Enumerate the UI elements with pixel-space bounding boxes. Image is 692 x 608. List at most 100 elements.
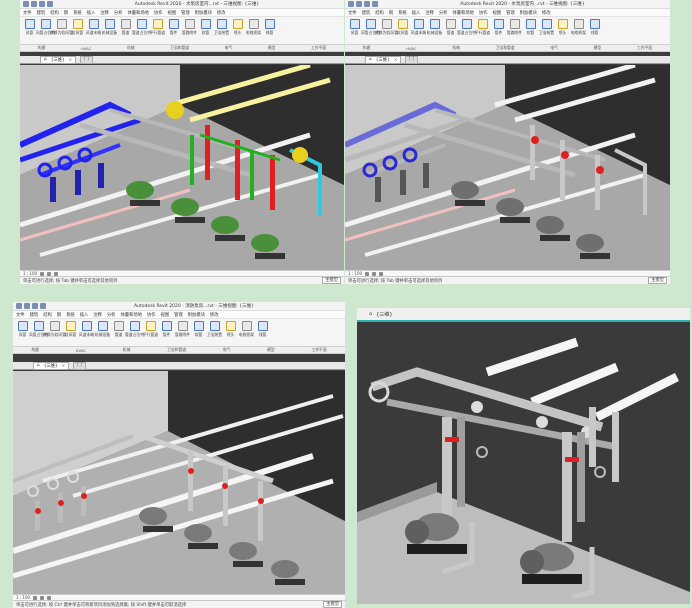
detail-level-icon[interactable] [33,595,38,600]
ribbon-tab[interactable]: 附加模块 [188,312,205,318]
ribbon-tab[interactable]: 分析 [439,10,448,16]
ribbon-tool-button[interactable]: 线管 [263,19,276,42]
ribbon-tab[interactable]: 视图 [493,10,502,16]
workset-field[interactable]: 主模型 [648,277,667,284]
ribbon-tab[interactable]: 建筑 [37,10,46,16]
ribbon-tool-button[interactable]: 管道 [119,19,132,42]
tab-3d-view[interactable]: ⌂ {三维} × [40,55,77,64]
ribbon-tool-button[interactable]: 电缆桥架 [246,19,261,42]
ribbon-tool-button[interactable]: 软管 [192,321,205,344]
ribbon-tab[interactable]: 修改 [217,10,226,16]
ribbon-tab[interactable]: 结构 [43,312,52,318]
redo-icon[interactable] [39,1,45,7]
close-icon[interactable]: × [394,57,397,62]
ribbon-tool-button[interactable]: 管道占位符 [125,321,144,344]
tab-3d-view[interactable]: {三维} [376,311,392,318]
close-icon[interactable]: × [69,57,72,62]
sun-path-icon[interactable] [54,271,59,276]
close-icon[interactable]: × [62,363,65,368]
ribbon-tool-button[interactable]: 平行管道 [143,321,158,344]
workset-field[interactable]: 主模型 [323,601,342,608]
sun-path-icon[interactable] [379,271,384,276]
ribbon-tool-button[interactable]: 电缆桥架 [239,321,254,344]
undo-icon[interactable] [24,303,30,309]
ribbon-tab[interactable]: 插入 [80,312,89,318]
save-icon[interactable] [16,303,22,309]
ribbon-tool-button[interactable]: 风管 [348,19,361,42]
ribbon-tab[interactable]: 体量和场地 [452,10,473,16]
ribbon-tab[interactable]: 系统 [398,10,407,16]
workset-field[interactable]: 主模型 [322,277,341,284]
ribbon-tool-button[interactable]: 管道占位符 [132,19,151,42]
ribbon-tool-button[interactable]: 卫浴装置 [207,321,222,344]
ribbon-tool-button[interactable]: 转换为软风管 [43,321,66,344]
ribbon-tab[interactable]: 管理 [181,10,190,16]
save-icon[interactable] [348,1,354,7]
ribbon-tab[interactable]: 注释 [425,10,434,16]
tab-other-view[interactable]: [ ] [80,55,93,64]
tab-3d-view[interactable]: ⌂ {三维} × [33,361,70,370]
ribbon-tool-button[interactable]: 线管 [588,19,601,42]
ribbon-tool-button[interactable]: 机械设备 [427,19,442,42]
ribbon-tool-button[interactable]: 风道末端 [79,321,94,344]
ribbon-tool-button[interactable]: 转换为软风管 [50,19,73,42]
ribbon-tool-button[interactable]: 平行管道 [150,19,165,42]
ribbon-tool-button[interactable]: 软管 [524,19,537,42]
ribbon-tool-button[interactable]: 管道 [444,19,457,42]
ribbon-tab[interactable]: 文件 [23,10,32,16]
ribbon-tool-button[interactable]: 风道末端 [86,19,101,42]
ribbon-tab[interactable]: 建筑 [362,10,371,16]
ribbon-tab[interactable]: 管理 [174,312,183,318]
ribbon-tool-button[interactable]: 喷头 [224,321,237,344]
3d-viewport[interactable] [357,322,690,604]
ribbon-tab[interactable]: 分析 [114,10,123,16]
tab-other-view[interactable]: [ ] [73,361,86,370]
3d-viewport[interactable] [20,65,344,270]
ribbon-tab[interactable]: 附加模块 [520,10,537,16]
3d-viewport[interactable] [345,65,670,270]
ribbon-tab[interactable]: 协作 [154,10,163,16]
ribbon-tab[interactable]: 修改 [542,10,551,16]
ribbon-tool-button[interactable]: 软风管 [396,19,409,42]
ribbon-tool-button[interactable]: 风管 [23,19,36,42]
redo-icon[interactable] [32,303,38,309]
tab-3d-view[interactable]: ⌂ {三维} × [365,55,402,64]
redo-icon[interactable] [364,1,370,7]
ribbon-tab[interactable]: 文件 [16,312,25,318]
ribbon-tab[interactable]: 文件 [348,10,357,16]
sun-path-icon[interactable] [47,595,52,600]
ribbon-tool-button[interactable]: 线管 [256,321,269,344]
ribbon-tab[interactable]: 附加模块 [195,10,212,16]
visual-style-icon[interactable] [372,271,377,276]
ribbon-tab[interactable]: 修改 [210,312,219,318]
ribbon-tool-button[interactable]: 机械设备 [95,321,110,344]
ribbon-tool-button[interactable]: 转换为软风管 [375,19,398,42]
ribbon-tab[interactable]: 注释 [100,10,109,16]
ribbon-tool-button[interactable]: 管件 [160,321,173,344]
ribbon-tab[interactable]: 结构 [375,10,384,16]
ribbon-tool-button[interactable]: 管件 [167,19,180,42]
visual-style-icon[interactable] [47,271,52,276]
ribbon-tool-button[interactable]: 机械设备 [102,19,117,42]
ribbon-tab[interactable]: 协作 [147,312,156,318]
ribbon-tool-button[interactable]: 管道占位符 [457,19,476,42]
ribbon-tab[interactable]: 钢 [64,10,68,16]
ribbon-tool-button[interactable]: 电缆桥架 [571,19,586,42]
ribbon-tool-button[interactable]: 喷头 [556,19,569,42]
ribbon-tool-button[interactable]: 软风管 [71,19,84,42]
ribbon-tab[interactable]: 建筑 [30,312,39,318]
ribbon-tab[interactable]: 结构 [50,10,59,16]
ribbon-tool-button[interactable]: 管路附件 [175,321,190,344]
undo-icon[interactable] [31,1,37,7]
ribbon-tab[interactable]: 系统 [66,312,75,318]
ribbon-tab[interactable]: 管理 [506,10,515,16]
save-icon[interactable] [23,1,29,7]
detail-level-icon[interactable] [365,271,370,276]
ribbon-tool-button[interactable]: 风道末端 [411,19,426,42]
ribbon-tool-button[interactable]: 管道 [112,321,125,344]
ribbon-tab[interactable]: 注释 [93,312,102,318]
tab-other-view[interactable]: [ ] [405,55,418,64]
ribbon-tool-button[interactable]: 卫浴装置 [539,19,554,42]
visual-style-icon[interactable] [40,595,45,600]
ribbon-tab[interactable]: 分析 [107,312,116,318]
